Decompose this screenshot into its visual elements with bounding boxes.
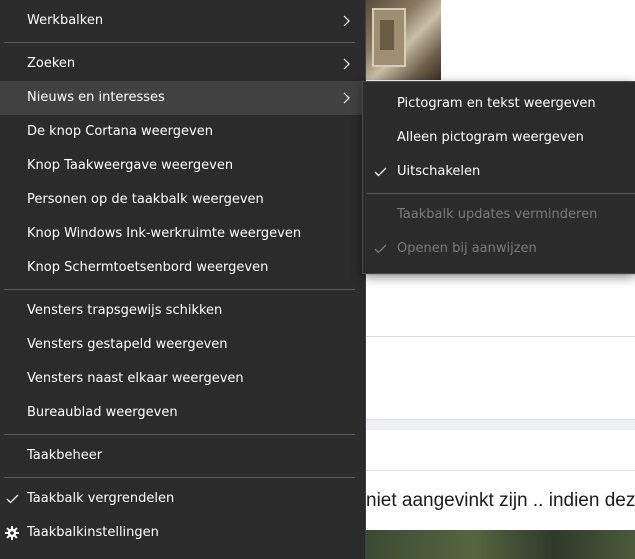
menu-item-cortana[interactable]: De knop Cortana weergeven [0,115,365,149]
menu-item-label: Bureaublad weergeven [27,405,178,420]
menu-item-trapsgewijs[interactable]: Vensters trapsgewijs schikken [0,294,365,328]
menu-separator [4,289,355,290]
screen: niet aangevinkt zijn .. indien dez Werkb… [0,0,635,559]
menu-item-naast-elkaar[interactable]: Vensters naast elkaar weergeven [0,362,365,396]
menu-item-label: De knop Cortana weergeven [27,124,213,139]
background-text: niet aangevinkt zijn .. indien dez [366,490,635,511]
menu-item-label: Personen op de taakbalk weergeven [27,192,264,207]
background-divider [366,470,635,471]
menu-item-zoeken[interactable]: Zoeken [0,47,365,81]
menu-item-label: Taakbalkinstellingen [27,525,159,540]
menu-item-label: Vensters gestapeld weergeven [27,337,228,352]
menu-item-label: Knop Windows Ink-werkruimte weergeven [27,226,302,241]
menu-item-taakbalkinstellingen[interactable]: Taakbalkinstellingen [0,516,365,550]
menu-item-taakbalk-vergrendelen[interactable]: Taakbalk vergrendelen [0,482,365,516]
background-divider [366,336,635,337]
background-band [366,419,635,430]
menu-item-werkbalken[interactable]: Werkbalken [0,4,365,38]
checkmark-icon [6,482,20,516]
menu-item-label: Knop Taakweergave weergeven [27,158,234,173]
menu-separator [4,42,355,43]
menu-item-label: Knop Schermtoetsenbord weergeven [27,260,269,275]
submenu-item-alleen-pictogram[interactable]: Alleen pictogram weergeven [363,121,635,155]
submenu-item-updates-verminderen: Taakbalk updates verminderen [363,198,635,232]
menu-item-label: Pictogram en tekst weergeven [397,96,596,111]
gear-icon [5,516,19,550]
menu-item-bureaublad[interactable]: Bureaublad weergeven [0,396,365,430]
menu-item-label: Werkbalken [27,13,104,28]
submenu-item-pictogram-en-tekst[interactable]: Pictogram en tekst weergeven [363,87,635,121]
news-interests-submenu: Pictogram en tekst weergeven Alleen pict… [362,81,635,274]
checkmark-icon [374,232,388,266]
menu-item-taakweergave[interactable]: Knop Taakweergave weergeven [0,149,365,183]
chevron-right-icon [343,4,353,38]
menu-item-gestapeld[interactable]: Vensters gestapeld weergeven [0,328,365,362]
menu-item-label: Taakbalk updates verminderen [397,207,598,222]
menu-item-label: Vensters trapsgewijs schikken [27,303,223,318]
menu-item-nieuws-en-interesses[interactable]: Nieuws en interesses [0,81,365,115]
menu-item-schermtoetsenbord[interactable]: Knop Schermtoetsenbord weergeven [0,251,365,285]
checkmark-icon [374,155,388,189]
menu-item-label: Uitschakelen [397,164,481,179]
background-divider [366,274,635,275]
taskbar-context-menu: Werkbalken Zoeken Nieuws en interesses D… [0,0,366,559]
menu-item-windows-ink[interactable]: Knop Windows Ink-werkruimte weergeven [0,217,365,251]
submenu-item-openen-bij-aanwijzen: Openen bij aanwijzen [363,232,635,266]
menu-item-label: Vensters naast elkaar weergeven [27,371,244,386]
background-photo [366,0,441,80]
submenu-item-uitschakelen[interactable]: Uitschakelen [363,155,635,189]
menu-separator [367,193,635,194]
menu-item-personen[interactable]: Personen op de taakbalk weergeven [0,183,365,217]
menu-separator [4,434,355,435]
menu-separator [4,477,355,478]
chevron-right-icon [343,81,353,115]
menu-item-label: Nieuws en interesses [27,90,165,105]
menu-item-label: Openen bij aanwijzen [397,241,537,256]
menu-item-label: Taakbeheer [27,448,103,463]
menu-item-label: Zoeken [27,56,76,71]
background-image-strip [366,530,635,559]
menu-item-label: Alleen pictogram weergeven [397,130,584,145]
chevron-right-icon [343,47,353,81]
menu-item-taakbeheer[interactable]: Taakbeheer [0,439,365,473]
menu-item-label: Taakbalk vergrendelen [27,491,175,506]
